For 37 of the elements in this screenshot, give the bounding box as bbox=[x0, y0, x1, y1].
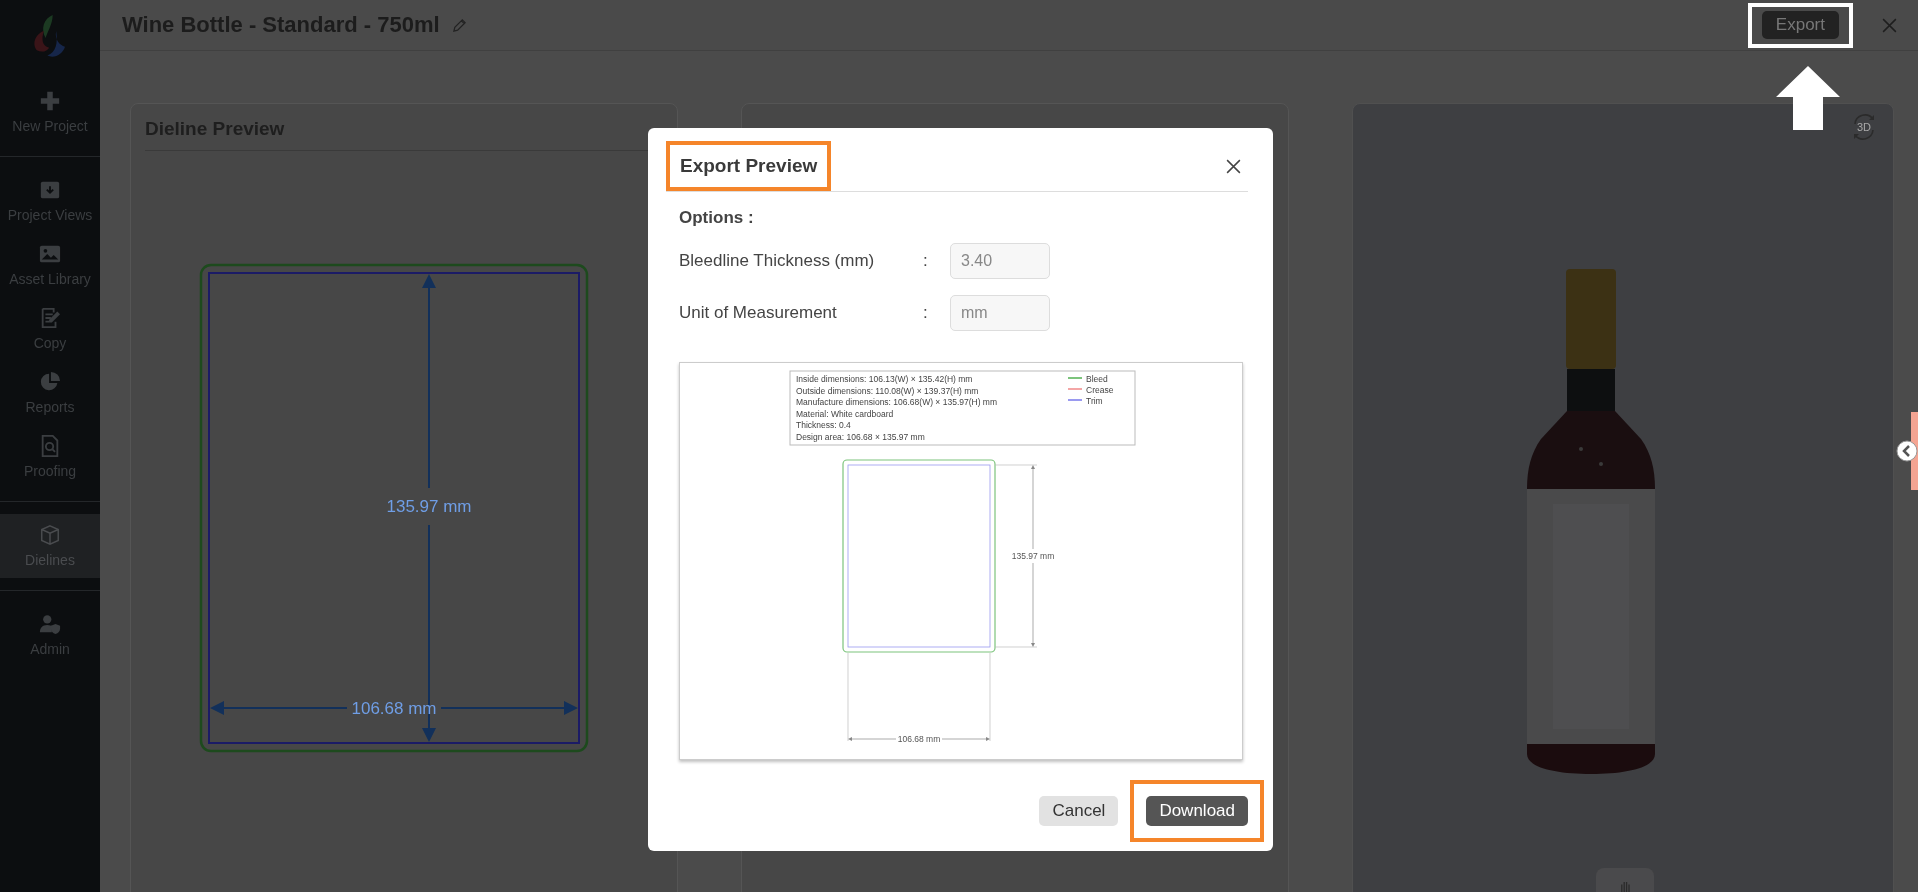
rotate-3d-button[interactable]: 3D bbox=[1849, 112, 1879, 142]
field-separator: : bbox=[923, 251, 929, 271]
dimension-label: 106.68 mm bbox=[897, 734, 941, 744]
field-label: Unit of Measurement bbox=[679, 303, 838, 323]
info-text: Manufacture dimensions: 106.68(W) × 135.97(H) mm bbox=[796, 397, 998, 407]
user-shield-icon bbox=[39, 613, 61, 635]
legend-label: Trim bbox=[1086, 396, 1103, 406]
pie-chart-icon bbox=[39, 371, 61, 393]
info-text: Thickness: 0.4 bbox=[796, 420, 851, 430]
info-text: Inside dimensions: 106.13(W) × 135.42(H) mm bbox=[796, 374, 973, 384]
download-box-icon bbox=[39, 179, 61, 201]
image-icon bbox=[39, 243, 61, 265]
close-icon bbox=[1881, 16, 1898, 34]
input-field[interactable]: mm bbox=[950, 295, 1050, 331]
info-text: Design area: 106.68 × 135.97 mm bbox=[796, 431, 925, 442]
plus-icon bbox=[39, 90, 61, 112]
legend-label: Crease bbox=[1086, 385, 1114, 395]
dialog-title: Export Preview bbox=[666, 141, 832, 191]
edit-icon bbox=[39, 307, 61, 329]
export-button[interactable]: Export bbox=[1761, 10, 1839, 39]
field-label: Bleedline Thickness (mm) bbox=[679, 251, 876, 271]
close-icon bbox=[1225, 157, 1242, 175]
dimension-label: 135.97 mm bbox=[386, 497, 472, 516]
field-separator: : bbox=[923, 303, 929, 323]
pencil-icon bbox=[451, 17, 467, 33]
legend-label: Bleed bbox=[1086, 374, 1108, 384]
dimension-label: 135.97 mm bbox=[1011, 551, 1055, 561]
download-button[interactable]: Download bbox=[1146, 796, 1248, 826]
cancel-button[interactable]: Cancel bbox=[1039, 796, 1119, 826]
info-text: Material: White cardboard bbox=[796, 408, 894, 419]
document-search-icon bbox=[39, 435, 61, 457]
input-field[interactable]: 3.40 bbox=[950, 243, 1050, 279]
options-heading: Options : bbox=[679, 208, 755, 228]
info-text: Outside dimensions: 110.08(W) × 139.37(H) mm bbox=[796, 385, 979, 396]
cube-icon bbox=[39, 524, 61, 546]
chevron-icon[interactable] bbox=[1896, 440, 1918, 462]
dimension-label: 106.68 mm bbox=[351, 699, 437, 718]
